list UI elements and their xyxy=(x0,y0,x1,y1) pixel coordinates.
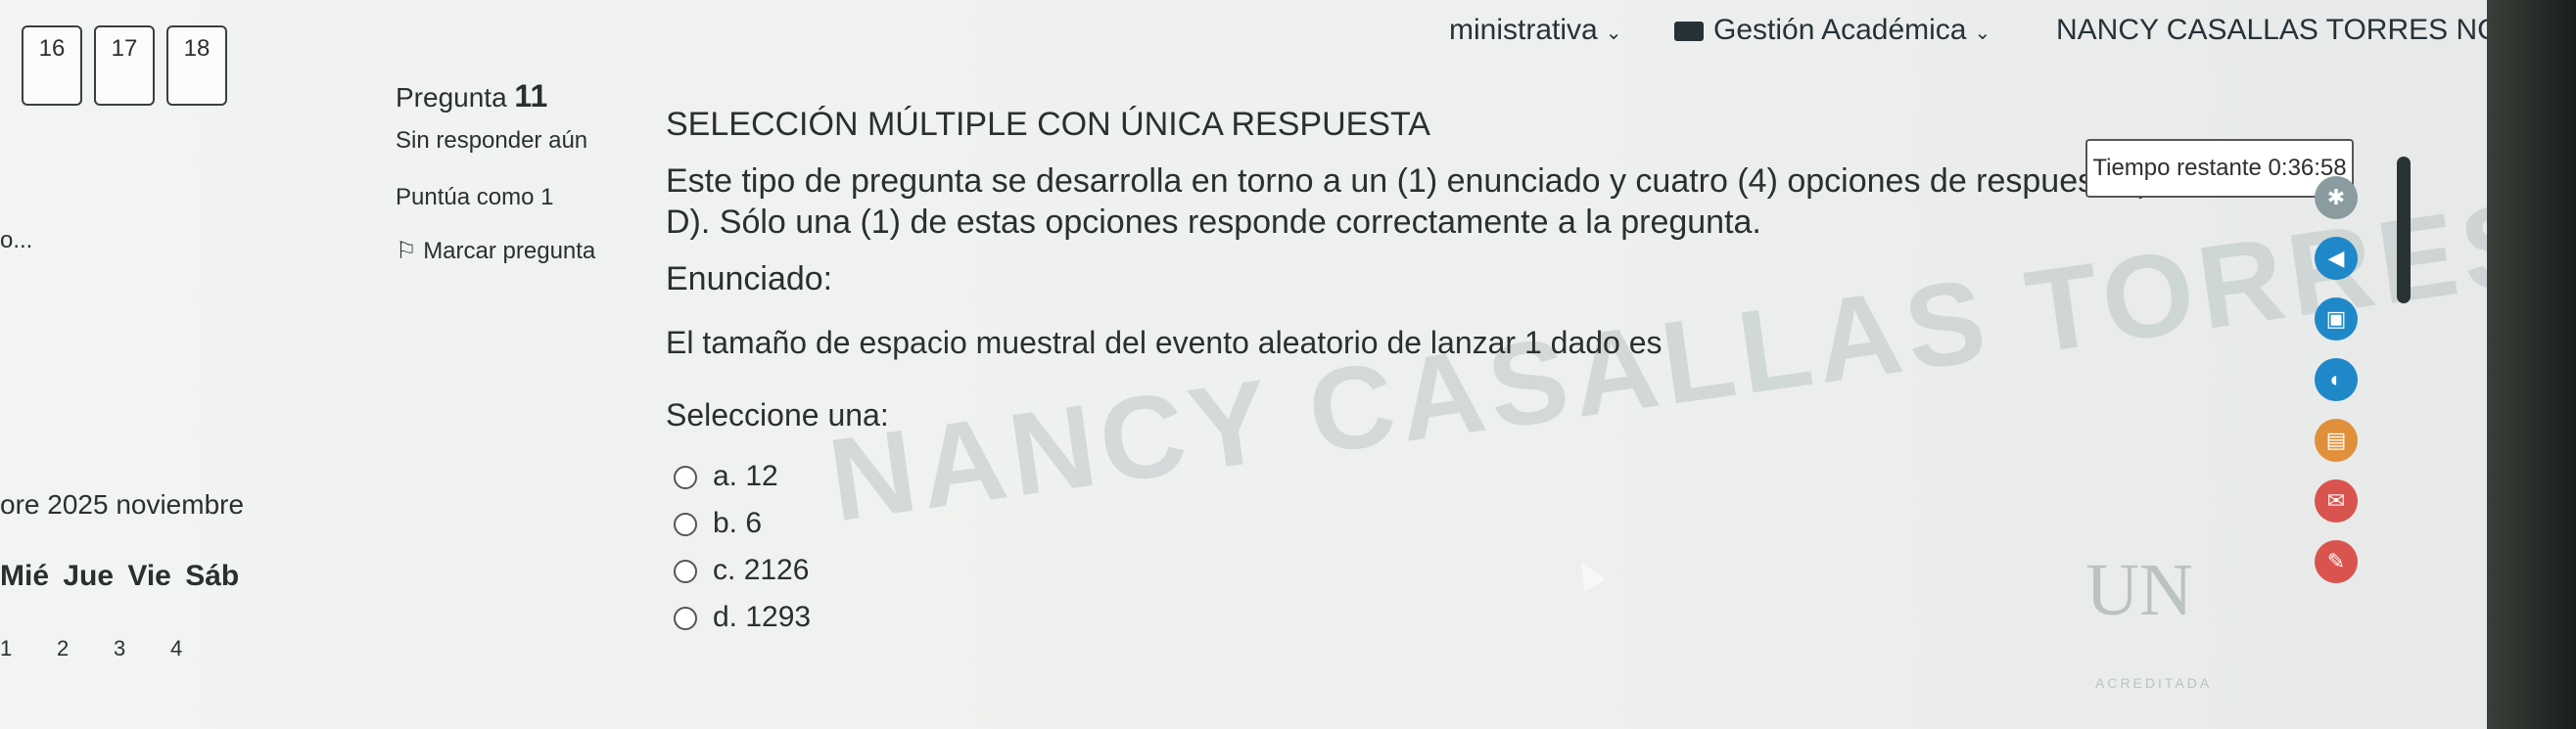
answer-option-a[interactable]: a. 12 xyxy=(674,460,778,493)
left-sidebar: o... ore 2025 noviembre Mié Jue Vie Sáb … xyxy=(0,176,372,724)
question-status: Sin responder aún xyxy=(396,127,588,154)
calendar-day[interactable]: 2 xyxy=(57,636,114,661)
academic-menu[interactable]: Gestión Académica ⌄ xyxy=(1674,14,1991,47)
radio-button[interactable] xyxy=(674,560,697,584)
quiz-screen: ministrativa ⌄ Gestión Académica ⌄ NANCY C… xyxy=(0,0,2576,729)
calendar-day[interactable]: 1 xyxy=(0,636,57,661)
book-icon[interactable]: ▤ xyxy=(2315,419,2358,462)
question-statement: El tamaño de espacio muestral del evento… xyxy=(666,325,1663,360)
admin-menu[interactable]: ministrativa ⌄ xyxy=(1449,14,1621,47)
chevron-down-icon: ⌄ xyxy=(1605,23,1622,44)
question-points: Puntúa como 1 xyxy=(396,184,554,210)
select-one-label: Seleccione una: xyxy=(666,397,889,433)
mail-icon[interactable]: ✉ xyxy=(2315,479,2358,523)
question-title: Pregunta 11 xyxy=(396,78,548,114)
calendar-day[interactable]: 4 xyxy=(170,636,227,661)
question-nav-16[interactable]: 16 xyxy=(22,25,82,106)
chat-icon[interactable]: ✎ xyxy=(2315,540,2358,583)
calendar-days: 1234 xyxy=(0,636,227,661)
user-name: NANCY CASALLAS TORRES xyxy=(2056,14,2449,46)
moon-icon[interactable]: ◐ xyxy=(2315,358,2358,401)
monitor-bezel xyxy=(2487,0,2576,729)
answer-option-d[interactable]: d. 1293 xyxy=(674,601,811,634)
answer-option-c[interactable]: c. 2126 xyxy=(674,554,809,587)
question-description: Este tipo de pregunta se desarrolla en t… xyxy=(666,162,2258,241)
calendar-day[interactable]: 3 xyxy=(114,636,170,661)
radio-button[interactable] xyxy=(674,513,697,537)
radio-button[interactable] xyxy=(674,466,697,490)
logo-subtitle: ACREDITADA xyxy=(2095,675,2213,691)
enunciado-label: Enunciado: xyxy=(666,260,833,297)
audio-icon[interactable]: ◀ xyxy=(2315,237,2358,280)
user-menu[interactable]: NANCY CASALLAS TORRES NC⌄ xyxy=(2056,14,2523,47)
truncated-link[interactable]: o... xyxy=(0,227,32,254)
question-type-heading: SELECCIÓN MÚLTIPLE CON ÚNICA RESPUESTA xyxy=(666,106,1430,143)
question-nav-18[interactable]: 18 xyxy=(166,25,227,106)
top-navbar: ministrativa ⌄ Gestión Académica ⌄ NANCY C… xyxy=(1449,0,2523,68)
radio-button[interactable] xyxy=(674,607,697,631)
flag-icon: ⚐ xyxy=(396,238,417,264)
graduation-hat-icon xyxy=(1674,22,1704,42)
accessibility-rail: ✱ ◀ ▣ ◐ ▤ ✉ ✎ xyxy=(2311,176,2369,724)
question-info-panel: Pregunta 11 Sin responder aún Puntúa com… xyxy=(390,68,634,274)
calendar-weekdays: Mié Jue Vie Sáb xyxy=(0,560,240,592)
answer-option-b[interactable]: b. 6 xyxy=(674,507,762,540)
scrollbar[interactable] xyxy=(2397,157,2411,303)
question-nav-17[interactable]: 17 xyxy=(94,25,155,106)
chevron-down-icon: ⌄ xyxy=(1974,23,1991,44)
calendar-title: ore 2025 noviembre xyxy=(0,489,245,520)
university-logo: UN xyxy=(2085,549,2193,631)
flag-question-button[interactable]: ⚐ Marcar pregunta xyxy=(396,237,595,265)
image-icon[interactable]: ▣ xyxy=(2315,297,2358,341)
accessibility-icon[interactable]: ✱ xyxy=(2315,176,2358,219)
